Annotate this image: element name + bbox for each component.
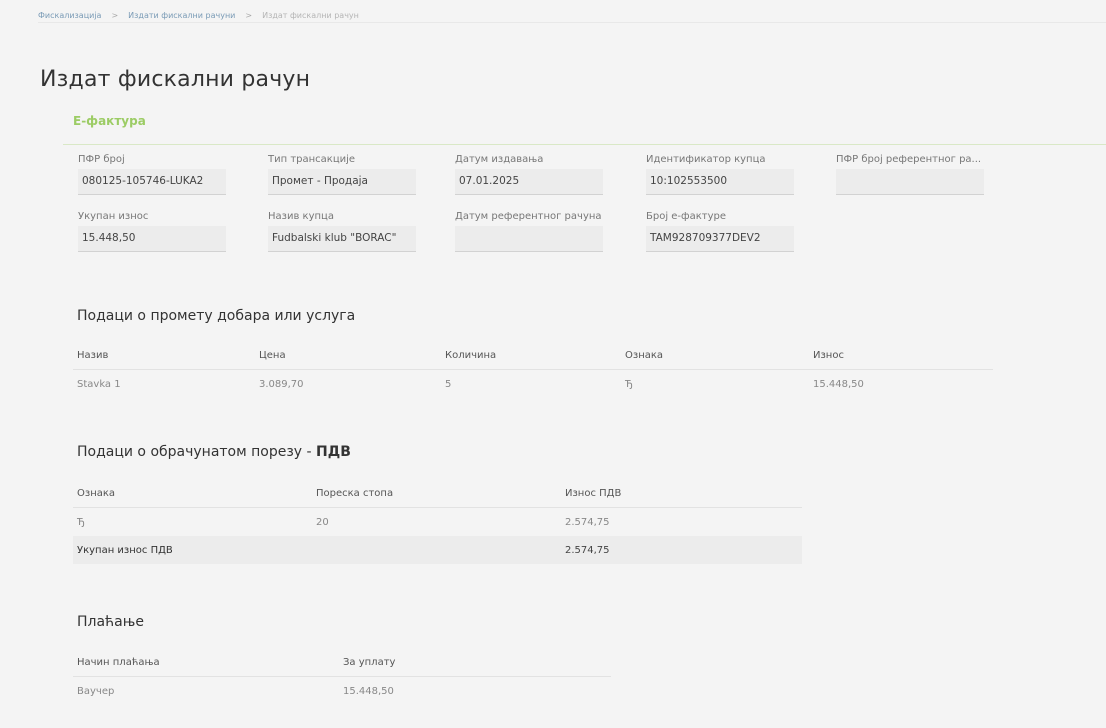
table-cell: 15.448,50 <box>813 378 864 390</box>
field-label: Идентификатор купца <box>646 154 766 165</box>
field-value: 15.448,50 <box>78 226 226 252</box>
divider <box>38 22 1106 23</box>
table-cell: Ђ <box>77 516 85 528</box>
section-title-payment: Плаћање <box>77 614 144 630</box>
table-header-row: Ознака Пореска стопа Износ ПДВ <box>73 479 802 508</box>
breadcrumb-separator: > <box>245 11 253 20</box>
field-value <box>836 169 984 195</box>
field-value: Промет - Продаја <box>268 169 416 195</box>
field-value: TAM928709377DEV2 <box>646 226 794 252</box>
payment-table: Начин плаћања За уплату Ваучер 15.448,50 <box>73 648 611 705</box>
table-cell: Ђ <box>625 378 633 390</box>
field-label: Укупан износ <box>78 211 149 222</box>
section-header-einvoice: Е-фактура <box>63 106 1106 145</box>
field-label: Тип трансакције <box>268 154 356 165</box>
field-issue-date: Датум издавања 07.01.2025 <box>455 154 603 195</box>
section-title-goods-services: Подаци о промету добара или услуга <box>77 308 356 324</box>
section-title-vat: Подаци о обрачунатом порезу - ПДВ <box>77 444 351 460</box>
breadcrumb-link-fiscalization[interactable]: Фискализација <box>38 11 101 20</box>
table-header-row: Начин плаћања За уплату <box>73 648 611 677</box>
total-label: Укупан износ ПДВ <box>73 536 312 564</box>
table-cell: 5 <box>445 378 452 390</box>
field-label: Датум издавања <box>455 154 544 165</box>
field-reference-date: Датум референтног рачуна <box>455 211 603 252</box>
column-header-tax-rate: Пореска стопа <box>312 479 561 508</box>
table-cell-empty <box>312 536 561 564</box>
table-row: Ваучер 15.448,50 <box>73 677 611 706</box>
field-value: Fudbalski klub "BORAC" <box>268 226 416 252</box>
field-label: ПФР број референтног ра... <box>836 154 982 165</box>
section-title: Е-фактура <box>73 114 146 128</box>
field-value: 07.01.2025 <box>455 169 603 195</box>
column-header-to-pay: За уплату <box>339 648 611 677</box>
table-row: Ђ 20 2.574,75 <box>73 508 802 537</box>
column-header-name: Назив <box>73 341 255 370</box>
table-cell: 20 <box>316 516 329 528</box>
goods-services-table: Назив Цена Количина Ознака Износ Stavka … <box>73 341 993 398</box>
page: Фискализација > Издати фискални рачуни >… <box>0 0 1106 728</box>
table-cell: 3.089,70 <box>259 378 304 390</box>
field-total-amount: Укупан износ 15.448,50 <box>78 211 226 252</box>
table-row: Stavka 1 3.089,70 5 Ђ 15.448,50 <box>73 370 993 399</box>
field-value <box>455 226 603 252</box>
field-buyer-id: Идентификатор купца 10:102553500 <box>646 154 794 195</box>
breadcrumb-link-issued-receipts[interactable]: Издати фискални рачуни <box>128 11 235 20</box>
column-header-label: Ознака <box>621 341 809 370</box>
section-title-vat-bold: ПДВ <box>316 444 351 460</box>
table-cell: Ваучер <box>77 685 115 697</box>
column-header-quantity: Количина <box>441 341 621 370</box>
column-header-payment-method: Начин плаћања <box>73 648 339 677</box>
table-cell: 15.448,50 <box>343 685 394 697</box>
column-header-price: Цена <box>255 341 441 370</box>
field-label: Датум референтног рачуна <box>455 211 602 222</box>
field-reference-pfr: ПФР број референтног ра... <box>836 154 984 195</box>
field-label: Број е-фактуре <box>646 211 727 222</box>
page-title: Издат фискални рачун <box>40 66 311 92</box>
column-header-vat-amount: Износ ПДВ <box>561 479 802 508</box>
field-value: 080125-105746-LUKA2 <box>78 169 226 195</box>
table-cell: 2.574,75 <box>565 516 610 528</box>
column-header-label: Ознака <box>73 479 312 508</box>
breadcrumb-current: Издат фискални рачун <box>262 11 359 20</box>
table-header-row: Назив Цена Количина Ознака Износ <box>73 341 993 370</box>
table-total-row: Укупан износ ПДВ 2.574,75 <box>73 536 802 564</box>
field-pfr-number: ПФР број 080125-105746-LUKA2 <box>78 154 226 195</box>
field-transaction-type: Тип трансакције Промет - Продаја <box>268 154 416 195</box>
field-value: 10:102553500 <box>646 169 794 195</box>
field-label: Назив купца <box>268 211 334 222</box>
total-value: 2.574,75 <box>561 536 802 564</box>
vat-table: Ознака Пореска стопа Износ ПДВ Ђ 20 2.57… <box>73 479 802 564</box>
field-buyer-name: Назив купца Fudbalski klub "BORAC" <box>268 211 416 252</box>
breadcrumb-separator: > <box>111 11 119 20</box>
breadcrumb: Фискализација > Издати фискални рачуни >… <box>38 11 359 20</box>
table-cell: Stavka 1 <box>77 378 121 390</box>
column-header-amount: Износ <box>809 341 993 370</box>
field-einvoice-number: Број е-фактуре TAM928709377DEV2 <box>646 211 794 252</box>
field-label: ПФР број <box>78 154 125 165</box>
section-title-vat-text: Подаци о обрачунатом порезу - <box>77 444 317 460</box>
